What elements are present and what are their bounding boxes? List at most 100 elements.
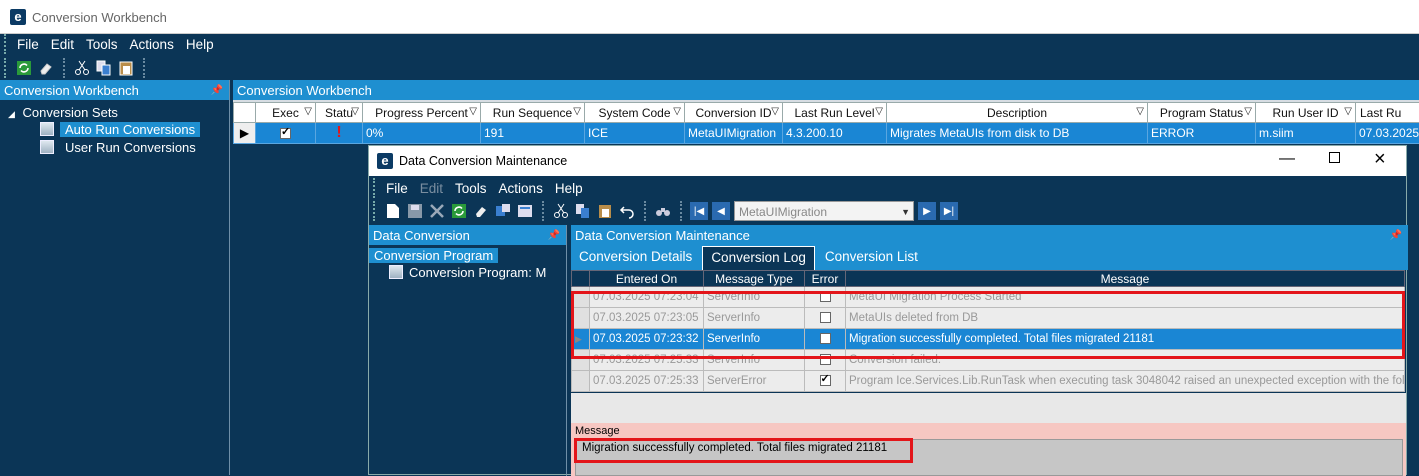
col-exec[interactable]: Exec▽ xyxy=(256,103,316,123)
refresh-icon[interactable] xyxy=(15,59,33,77)
cut-icon[interactable] xyxy=(552,202,570,220)
tree-expand-icon[interactable]: ◢ xyxy=(8,109,15,119)
close-icon[interactable]: × xyxy=(1374,148,1386,171)
delete-icon[interactable] xyxy=(428,202,446,220)
conversion-set-icon xyxy=(40,140,54,154)
toolbar-separator xyxy=(63,58,65,78)
cell-message-type: ServerError xyxy=(704,371,805,392)
dialog-menu-help[interactable]: Help xyxy=(549,181,589,196)
filter-icon[interactable]: ▽ xyxy=(1344,106,1352,117)
menu-file[interactable]: File xyxy=(11,37,45,52)
record-selector-combo[interactable]: MetaUIMigration ▼ xyxy=(734,201,914,221)
first-record-icon[interactable]: |◀ xyxy=(690,202,708,220)
col-last-run-level[interactable]: Last Run Level▽ xyxy=(783,103,887,123)
table-row[interactable]: 07.03.2025 07:25:33 ServerError Program … xyxy=(572,371,1405,392)
dialog-menu-actions[interactable]: Actions xyxy=(493,181,549,196)
next-record-icon[interactable]: ▶ xyxy=(918,202,936,220)
filter-icon[interactable]: ▽ xyxy=(351,106,359,117)
cell-last-run-level: 4.3.200.10 xyxy=(783,123,887,144)
col-system-code[interactable]: System Code▽ xyxy=(585,103,685,123)
last-record-icon[interactable]: ▶| xyxy=(940,202,958,220)
col-status[interactable]: Statu▽ xyxy=(316,103,363,123)
col-description[interactable]: Description▽ xyxy=(887,103,1148,123)
left-panel: Conversion Workbench 📌 ◢ Conversion Sets… xyxy=(0,80,230,475)
cell-progress: 0% xyxy=(363,123,481,144)
filter-icon[interactable]: ▽ xyxy=(1244,106,1252,117)
conversion-program-icon xyxy=(389,265,403,279)
tree-root-conversion-program[interactable]: Conversion Program xyxy=(369,248,498,263)
new-icon[interactable] xyxy=(384,202,402,220)
paste-icon[interactable] xyxy=(596,202,614,220)
undo-icon[interactable] xyxy=(618,202,636,220)
tree-item-label: Conversion Program: M xyxy=(409,265,546,280)
dialog-left-header: Data Conversion 📌 xyxy=(369,225,566,245)
copy-icon[interactable] xyxy=(574,202,592,220)
attach-icon[interactable] xyxy=(494,202,512,220)
copy-icon[interactable] xyxy=(95,59,113,77)
minimize-icon[interactable]: — xyxy=(1279,150,1295,168)
chevron-down-icon[interactable]: ▼ xyxy=(901,202,910,222)
form-icon[interactable] xyxy=(516,202,534,220)
row-indicator-header xyxy=(572,271,590,287)
cell-message: Program Ice.Services.Lib.RunTask when ex… xyxy=(846,371,1405,392)
eraser-icon[interactable] xyxy=(37,59,55,77)
filter-icon[interactable]: ▽ xyxy=(875,106,883,117)
dialog-toolbar: |◀ ◀ MetaUIMigration ▼ ▶ ▶| xyxy=(373,200,958,222)
record-selector-value: MetaUIMigration xyxy=(739,205,827,219)
col-program-status[interactable]: Program Status▽ xyxy=(1148,103,1256,123)
filter-icon[interactable]: ▽ xyxy=(304,106,312,117)
col-entered-on[interactable]: Entered On xyxy=(590,271,704,287)
dialog-menu-file[interactable]: File xyxy=(380,181,414,196)
search-binoculars-icon[interactable] xyxy=(654,202,672,220)
col-progress[interactable]: Progress Percent▽ xyxy=(363,103,481,123)
tree-root[interactable]: ◢ Conversion Sets xyxy=(8,105,118,120)
menu-edit[interactable]: Edit xyxy=(45,37,80,52)
menu-help[interactable]: Help xyxy=(180,37,220,52)
pin-icon[interactable]: 📌 xyxy=(211,83,223,98)
tree-item-label: Auto Run Conversions xyxy=(60,122,200,137)
tab-conversion-log[interactable]: Conversion Log xyxy=(702,246,815,270)
tab-conversion-list[interactable]: Conversion List xyxy=(817,246,926,270)
filter-icon[interactable]: ▽ xyxy=(469,106,477,117)
menu-tools[interactable]: Tools xyxy=(80,37,124,52)
toolbar-grip xyxy=(4,58,7,78)
col-last-run[interactable]: Last Ru xyxy=(1356,103,1419,123)
col-conversion-id[interactable]: Conversion ID▽ xyxy=(685,103,783,123)
exec-checkbox[interactable] xyxy=(256,123,316,144)
menu-actions[interactable]: Actions xyxy=(124,37,180,52)
toolbar-separator xyxy=(143,58,145,78)
tree-item-conversion-program[interactable]: Conversion Program: M xyxy=(389,265,546,280)
save-icon[interactable] xyxy=(406,202,424,220)
dialog-menu-edit[interactable]: Edit xyxy=(414,181,449,196)
col-run-sequence[interactable]: Run Sequence▽ xyxy=(481,103,585,123)
col-error[interactable]: Error xyxy=(805,271,846,287)
tab-conversion-details[interactable]: Conversion Details xyxy=(571,246,700,270)
filter-icon[interactable]: ▽ xyxy=(673,106,681,117)
maximize-icon[interactable] xyxy=(1329,152,1340,163)
error-checkbox[interactable] xyxy=(805,371,846,392)
previous-record-icon[interactable]: ◀ xyxy=(712,202,730,220)
cell-run-sequence: 191 xyxy=(481,123,585,144)
eraser-icon[interactable] xyxy=(472,202,490,220)
filter-icon[interactable]: ▽ xyxy=(771,106,779,117)
filter-icon[interactable]: ▽ xyxy=(573,106,581,117)
dialog-titlebar: e Data Conversion Maintenance — × xyxy=(369,146,1406,176)
refresh-icon[interactable] xyxy=(450,202,468,220)
table-row[interactable]: ▶ ! 0% 191 ICE MetaUIMigration 4.3.200.1… xyxy=(234,123,1419,144)
filter-icon[interactable]: ▽ xyxy=(1136,106,1144,117)
pin-icon[interactable]: 📌 xyxy=(548,228,560,243)
col-run-user-id[interactable]: Run User ID▽ xyxy=(1256,103,1356,123)
pin-icon[interactable]: 📌 xyxy=(1390,228,1402,243)
toolbar-separator xyxy=(644,201,646,221)
tree-root-label: Conversion Program xyxy=(369,248,498,263)
dialog-menu-tools[interactable]: Tools xyxy=(449,181,493,196)
tree-item-auto-run[interactable]: Auto Run Conversions xyxy=(40,122,200,137)
col-message-type[interactable]: Message Type xyxy=(704,271,805,287)
cut-icon[interactable] xyxy=(73,59,91,77)
col-message[interactable]: Message xyxy=(846,271,1405,287)
main-toolbar xyxy=(4,57,149,79)
dialog-logo-icon: e xyxy=(377,153,393,169)
tree-item-user-run[interactable]: User Run Conversions xyxy=(40,140,201,155)
dialog-title: Data Conversion Maintenance xyxy=(399,154,567,168)
paste-icon[interactable] xyxy=(117,59,135,77)
